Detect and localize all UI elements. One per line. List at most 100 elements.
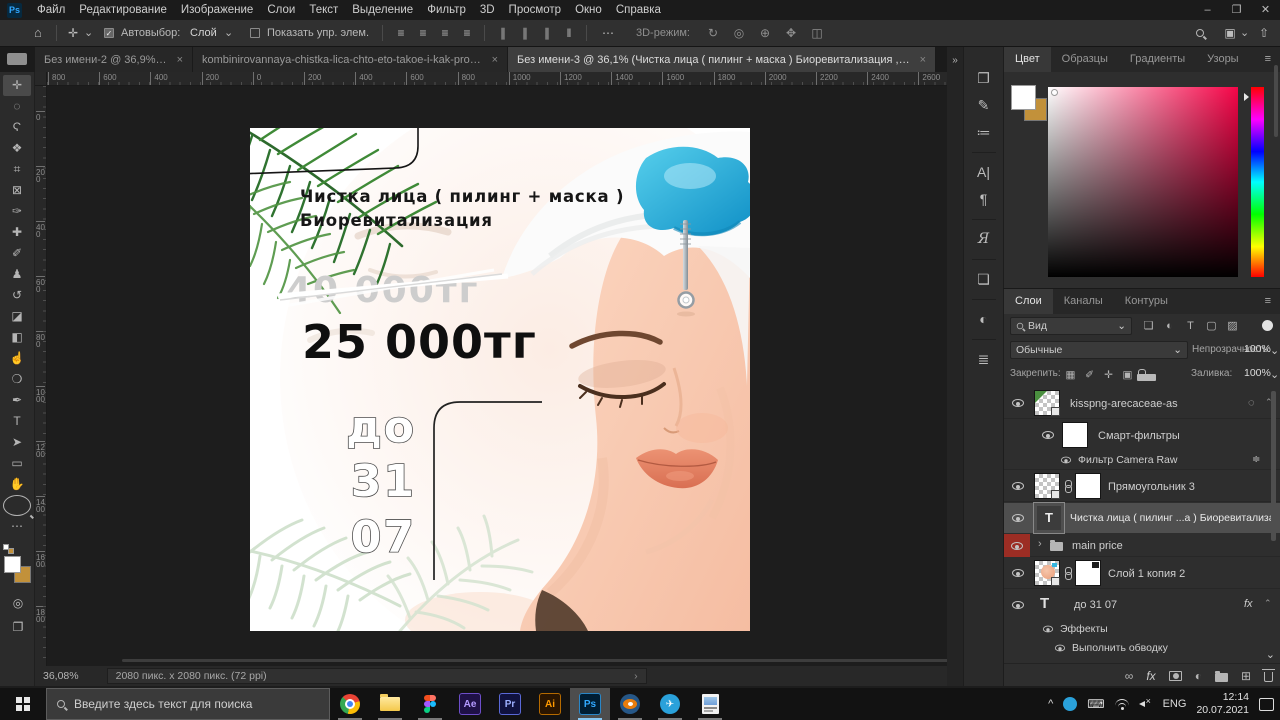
- chevron-down-icon[interactable]: ⌄: [224, 20, 233, 46]
- adjustment-layer-button[interactable]: ◐: [1195, 669, 1202, 683]
- hue-slider-marker[interactable]: [1244, 93, 1249, 101]
- brush-tool[interactable]: ✐: [3, 243, 31, 264]
- marquee-tool[interactable]: ◌: [3, 96, 31, 117]
- adjustments-panel-icon[interactable]: ◐: [964, 306, 1004, 333]
- paragraph-panel-icon[interactable]: ¶: [964, 186, 1004, 213]
- eraser-tool[interactable]: ◪: [3, 306, 31, 327]
- smudge-tool[interactable]: ☝: [3, 348, 31, 369]
- foreground-color-swatch[interactable]: [4, 556, 21, 573]
- layer-thumbnail[interactable]: [1034, 560, 1060, 586]
- chevron-down-icon[interactable]: ⌄: [84, 20, 93, 46]
- swap-colors-icon[interactable]: [8, 548, 14, 554]
- effect-name[interactable]: Выполнить обводку: [1072, 642, 1232, 654]
- distribute-gap-icon[interactable]: ‖: [558, 20, 580, 46]
- lock-transparency-icon[interactable]: ▦: [1061, 366, 1080, 384]
- text-layer-icon[interactable]: T: [1040, 595, 1049, 612]
- history-brush-tool[interactable]: ↺: [3, 285, 31, 306]
- menu-image[interactable]: Изображение: [174, 0, 260, 20]
- foreground-color-swatch[interactable]: [1011, 85, 1036, 110]
- filter-toggle[interactable]: [1262, 320, 1273, 331]
- layer-thumbnail[interactable]: [1034, 390, 1060, 416]
- shape-tool[interactable]: ▭: [3, 453, 31, 474]
- 3d-roll-icon[interactable]: ◎: [726, 20, 752, 46]
- chevron-down-icon[interactable]: ⌄: [1240, 20, 1249, 46]
- 3d-orbit-icon[interactable]: ↻: [700, 20, 726, 46]
- minimize-button[interactable]: –: [1193, 0, 1222, 20]
- visibility-eye-icon[interactable]: [1042, 431, 1054, 439]
- distribute-bottom-icon[interactable]: ∥: [536, 20, 558, 46]
- menu-window[interactable]: Окно: [568, 0, 609, 20]
- layer-row-text-selected[interactable]: T Чистка лица ( пилинг ...а ) Биоревитал…: [1004, 503, 1280, 533]
- fx-badge[interactable]: fx: [1244, 598, 1253, 610]
- type-tool[interactable]: T: [3, 411, 31, 432]
- tab-channels[interactable]: Каналы: [1053, 289, 1114, 314]
- filter-shape-layers-icon[interactable]: ▢: [1201, 317, 1222, 335]
- layer-name[interactable]: Прямоугольник 3: [1108, 481, 1258, 493]
- layer-name[interactable]: Чистка лица ( пилинг ...а ) Биоревитализ…: [1070, 512, 1275, 524]
- taskbar-explorer[interactable]: [370, 688, 410, 720]
- tab-layers[interactable]: Слои: [1004, 289, 1053, 314]
- horizontal-scrollbar[interactable]: [122, 659, 967, 662]
- panel-menu-icon[interactable]: ≡: [1256, 289, 1280, 314]
- vertical-ruler[interactable]: 020040060080010001200140016001800: [35, 86, 47, 666]
- layer-row-smart-object[interactable]: kisspng-arecaceae-as ◌ ⌃: [1004, 389, 1280, 419]
- group-expand-icon[interactable]: ›: [1038, 538, 1042, 550]
- close-tab-icon[interactable]: ×: [492, 54, 498, 66]
- action-center-icon[interactable]: [1259, 698, 1274, 711]
- mask-thumbnail[interactable]: [1075, 473, 1101, 499]
- hand-tool[interactable]: ✋: [3, 474, 31, 495]
- stroke-effect-row[interactable]: Выполнить обводку: [1004, 639, 1280, 658]
- ruler-corner[interactable]: [35, 72, 47, 86]
- new-layer-button[interactable]: ⊞: [1241, 669, 1251, 683]
- move-tool-option-icon[interactable]: ✛: [64, 20, 82, 46]
- visibility-eye-icon[interactable]: [1012, 601, 1024, 609]
- 3d-slide-icon[interactable]: ✥: [778, 20, 804, 46]
- taskbar-premiere[interactable]: Pr: [490, 688, 530, 720]
- filter-smart-objects-icon[interactable]: ▨: [1222, 317, 1243, 335]
- align-edges-icon[interactable]: ≡: [456, 20, 478, 46]
- smart-filters-row[interactable]: Смарт-фильтры: [1004, 420, 1280, 451]
- restore-button[interactable]: ❐: [1222, 0, 1251, 20]
- taskbar-illustrator[interactable]: Ai: [530, 688, 570, 720]
- filter-type-layers-icon[interactable]: T: [1180, 317, 1201, 335]
- distribute-top-icon[interactable]: ∥: [492, 20, 514, 46]
- wifi-icon[interactable]: [1115, 699, 1129, 709]
- taskbar-search[interactable]: Введите здесь текст для поиска: [46, 688, 330, 720]
- 3d-camera-icon[interactable]: ◫: [804, 20, 830, 46]
- menu-type[interactable]: Текст: [302, 0, 345, 20]
- lock-pixels-icon[interactable]: ✐: [1080, 366, 1099, 384]
- align-left-icon[interactable]: ≡: [390, 20, 412, 46]
- visibility-cell-alert[interactable]: [1004, 534, 1030, 557]
- slice-tool[interactable]: ⊠: [3, 180, 31, 201]
- workspace-icon[interactable]: ▣: [1222, 20, 1238, 46]
- pen-tool[interactable]: ✒: [3, 390, 31, 411]
- layer-filter-dropdown[interactable]: Вид ⌄: [1010, 317, 1132, 335]
- screen-mode-icon[interactable]: ❐: [8, 620, 28, 634]
- healing-brush-tool[interactable]: ✚: [3, 222, 31, 243]
- taskbar-blender[interactable]: [610, 688, 650, 720]
- lock-all-icon[interactable]: [1137, 374, 1156, 381]
- gradient-tool[interactable]: ◧: [3, 327, 31, 348]
- blend-mode-dropdown[interactable]: Обычные ⌄: [1010, 341, 1188, 359]
- crop-tool[interactable]: ⌗: [3, 159, 31, 180]
- start-button[interactable]: [0, 688, 46, 720]
- glyphs-panel-icon[interactable]: Я: [964, 226, 1004, 253]
- taskbar-photo-viewer[interactable]: [690, 688, 730, 720]
- document-tab-3-active[interactable]: Без имени-3 @ 36,1% (Чистка лица ( пилин…: [508, 47, 936, 72]
- menu-help[interactable]: Справка: [609, 0, 668, 20]
- saturation-brightness-field[interactable]: [1048, 87, 1238, 277]
- taskbar-photoshop-active[interactable]: Ps: [570, 688, 610, 720]
- align-right-icon[interactable]: ≡: [434, 20, 456, 46]
- link-layers-button[interactable]: ∞: [1125, 669, 1134, 683]
- horizontal-ruler[interactable]: 8006004002000200400600800100012001400160…: [47, 72, 947, 86]
- zoom-tool[interactable]: [3, 495, 31, 516]
- taskbar-after-effects[interactable]: Ae: [450, 688, 490, 720]
- toolbar-grip-icon[interactable]: [7, 53, 27, 65]
- mask-link-icon[interactable]: [1064, 480, 1072, 493]
- new-group-button[interactable]: [1215, 673, 1228, 682]
- telegram-tray-icon[interactable]: [1063, 697, 1077, 711]
- close-button[interactable]: ✕: [1251, 0, 1280, 20]
- toolbar-more-icon[interactable]: ⋯: [3, 516, 31, 537]
- mask-thumbnail[interactable]: [1075, 560, 1101, 586]
- autoselect-target-dropdown[interactable]: Слой: [190, 20, 217, 46]
